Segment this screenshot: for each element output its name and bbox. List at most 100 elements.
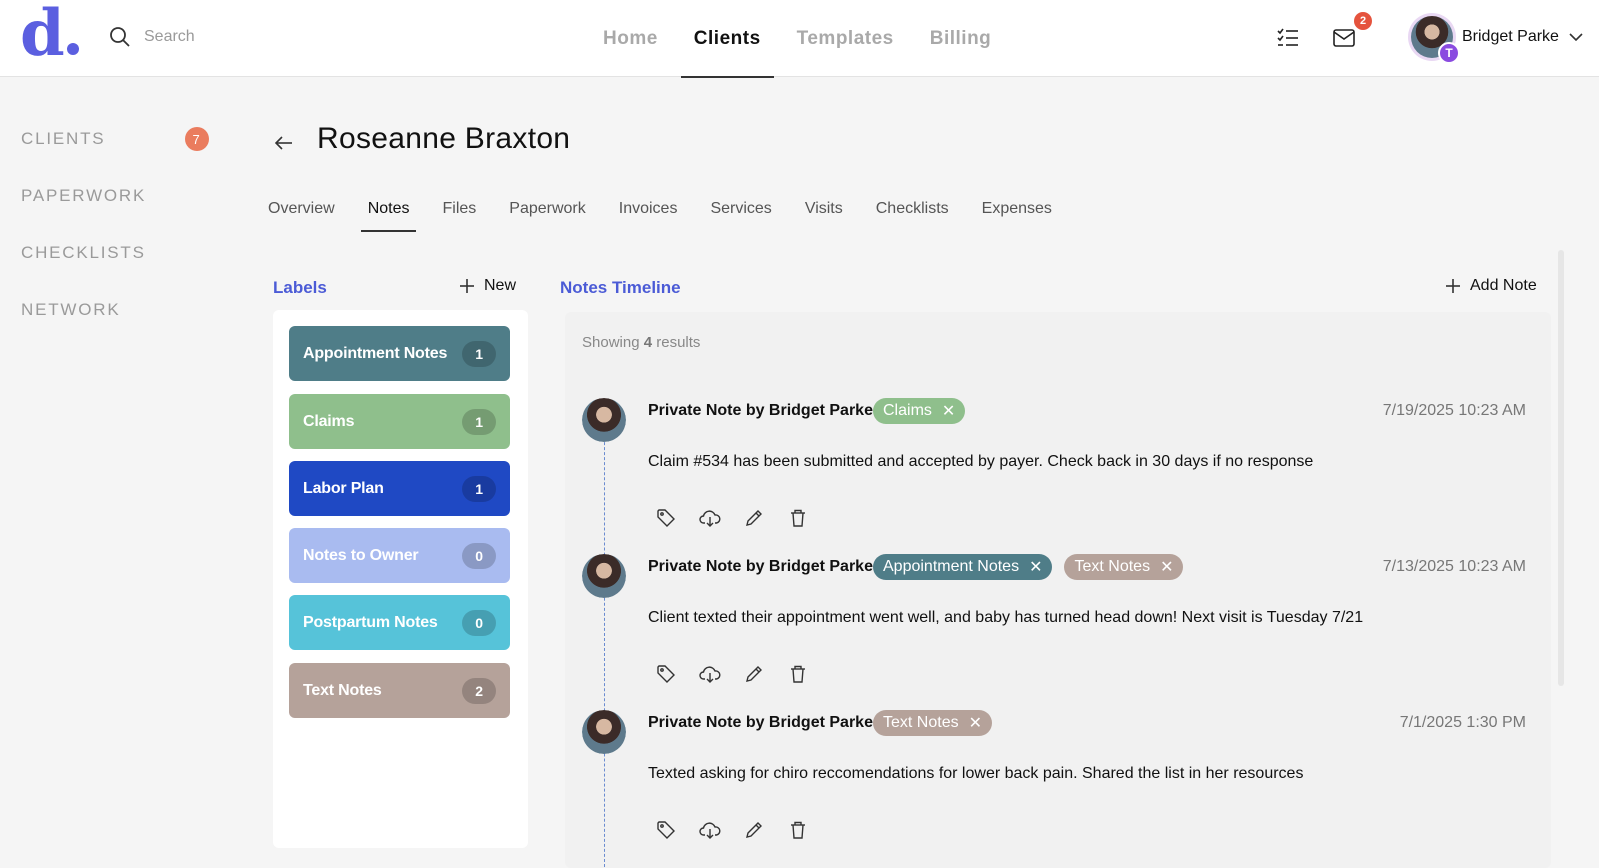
checklist-icon[interactable] [1272, 22, 1304, 54]
pencil-icon[interactable] [742, 506, 766, 530]
tab-visits[interactable]: Visits [805, 190, 843, 232]
tab-services[interactable]: Services [710, 190, 771, 232]
sidebar-item-checklists[interactable]: CHECKLISTS [21, 238, 221, 295]
cloud-download-icon[interactable] [698, 818, 722, 842]
label-notes-to-owner[interactable]: Notes to Owner 0 [289, 528, 510, 583]
nav-billing[interactable]: Billing [917, 0, 1005, 77]
tab-files[interactable]: Files [442, 190, 476, 232]
note-item: Private Note by Bridget Parke Text Notes… [582, 710, 1532, 860]
label-text-notes[interactable]: Text Notes 2 [289, 663, 510, 718]
close-icon[interactable]: ✕ [969, 713, 982, 733]
close-icon[interactable]: ✕ [1029, 557, 1042, 577]
sidebar-item-network[interactable]: NETWORK [21, 295, 221, 352]
label-name: Claims [303, 412, 355, 430]
note-tag-label: Appointment Notes [883, 558, 1020, 575]
tab-notes[interactable]: Notes [360, 190, 417, 232]
mail-badge: 2 [1354, 12, 1372, 30]
sidebar-item-label: NETWORK [21, 300, 121, 319]
avatar [582, 554, 626, 598]
nav-home[interactable]: Home [590, 0, 671, 77]
note-author: Private Note by Bridget Parke [648, 402, 873, 419]
note-tag: Text Notes ✕ [1064, 554, 1184, 580]
label-count: 1 [462, 475, 496, 502]
label-name: Postpartum Notes [303, 613, 438, 631]
tab-overview[interactable]: Overview [268, 190, 335, 232]
user-name: Bridget Parke [1462, 28, 1559, 45]
header-icons: 2 [1277, 12, 1372, 54]
note-tag-label: Claims [883, 402, 932, 419]
sidebar-item-paperwork[interactable]: PAPERWORK [21, 181, 221, 238]
user-menu[interactable]: T Bridget Parke [1408, 13, 1583, 64]
tag-icon[interactable] [654, 506, 678, 530]
tab-paperwork[interactable]: Paperwork [509, 190, 585, 232]
pencil-icon[interactable] [742, 662, 766, 686]
nav-templates[interactable]: Templates [784, 0, 907, 77]
tab-checklists[interactable]: Checklists [876, 190, 949, 232]
add-note-button[interactable]: Add Note [1446, 277, 1537, 295]
avatar [582, 398, 626, 442]
tab-expenses[interactable]: Expenses [982, 190, 1052, 232]
note-body: Client texted their appointment went wel… [648, 609, 1364, 626]
note-tags: Appointment Notes ✕ Text Notes ✕ [873, 554, 1195, 580]
sidebar-item-label: CHECKLISTS [21, 243, 146, 262]
back-arrow-icon[interactable] [270, 129, 298, 157]
note-date: 7/13/2025 10:23 AM [1382, 558, 1526, 575]
trash-icon[interactable] [786, 506, 810, 530]
trash-icon[interactable] [786, 818, 810, 842]
note-tag: Text Notes ✕ [873, 710, 992, 736]
note-actions [654, 662, 830, 686]
note-date: 7/1/2025 1:30 PM [1399, 714, 1526, 731]
labels-heading: Labels [273, 278, 327, 297]
label-postpartum-notes[interactable]: Postpartum Notes 0 [289, 595, 510, 650]
new-label-button[interactable]: New [460, 277, 516, 295]
avatar: T [1408, 13, 1460, 64]
tag-icon[interactable] [654, 662, 678, 686]
results-count: Showing 4 results [582, 334, 701, 351]
note-date: 7/19/2025 10:23 AM [1382, 402, 1526, 419]
page-title: Roseanne Braxton [317, 122, 571, 155]
sidebar-item-label: PAPERWORK [21, 186, 147, 205]
note-tag-label: Text Notes [1074, 558, 1151, 575]
label-appointment-notes[interactable]: Appointment Notes 1 [289, 326, 510, 381]
note-body: Texted asking for chiro reccomendations … [648, 765, 1304, 782]
sidebar-item-clients[interactable]: CLIENTS 7 [21, 124, 221, 181]
notes-panel: Showing 4 results Private Note by Bridge… [565, 312, 1551, 868]
cloud-download-icon[interactable] [698, 506, 722, 530]
top-nav: Home Clients Templates Billing [590, 0, 1014, 78]
notes-timeline-heading: Notes Timeline [560, 278, 681, 297]
page-scrollbar[interactable] [1558, 250, 1564, 686]
label-claims[interactable]: Claims 1 [289, 394, 510, 449]
close-icon[interactable]: ✕ [1160, 557, 1173, 577]
search-bar[interactable] [108, 22, 328, 52]
user-initial-badge: T [1438, 42, 1460, 64]
cloud-download-icon[interactable] [698, 662, 722, 686]
logo[interactable]: d [20, 2, 79, 66]
logo-dot [66, 43, 79, 55]
label-count: 0 [462, 609, 496, 636]
note-actions [654, 506, 830, 530]
search-input[interactable] [144, 28, 314, 46]
nav-clients[interactable]: Clients [680, 0, 774, 78]
label-labor-plan[interactable]: Labor Plan 1 [289, 461, 510, 516]
tag-icon[interactable] [654, 818, 678, 842]
note-tag: Appointment Notes ✕ [873, 554, 1053, 580]
top-bar: d Home Clients Templates Billing 2 T Bri… [0, 0, 1599, 78]
note-tag: Claims ✕ [873, 398, 966, 424]
note-tag-label: Text Notes [883, 714, 959, 731]
note-tags: Claims ✕ [873, 398, 977, 424]
pencil-icon[interactable] [742, 818, 766, 842]
tab-invoices[interactable]: Invoices [619, 190, 678, 232]
label-count: 2 [462, 677, 496, 704]
search-icon [110, 27, 130, 47]
clients-count-badge: 7 [185, 127, 209, 151]
label-name: Text Notes [303, 681, 382, 699]
avatar [582, 710, 626, 754]
add-note-text: Add Note [1470, 277, 1537, 294]
sidebar-item-label: CLIENTS [21, 129, 106, 148]
close-icon[interactable]: ✕ [942, 401, 955, 421]
mail-icon[interactable]: 2 [1328, 12, 1372, 54]
note-actions [654, 818, 830, 842]
label-name: Labor Plan [303, 479, 384, 497]
chevron-down-icon [1569, 33, 1583, 41]
trash-icon[interactable] [786, 662, 810, 686]
